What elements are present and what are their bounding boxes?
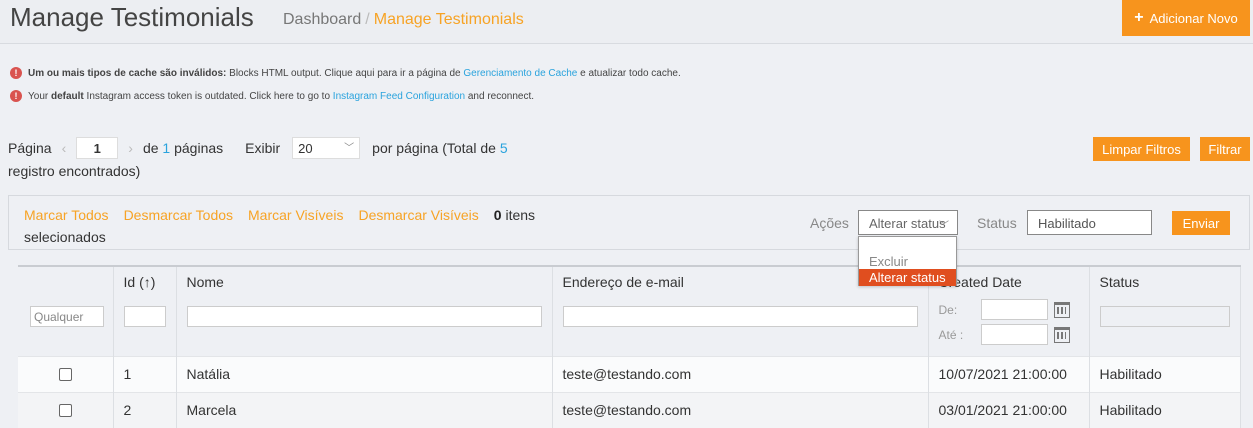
actions-select[interactable]: Alterar status ﹀ [858, 210, 958, 235]
cell-id: 1 [113, 355, 177, 392]
cache-warning-bold: Um ou mais tipos de cache são inválidos: [28, 67, 227, 79]
id-filter-input[interactable] [123, 306, 166, 327]
filter-button[interactable]: Filtrar [1200, 137, 1250, 161]
add-new-label: Adicionar Novo [1149, 10, 1238, 26]
status-label: Status [977, 215, 1017, 231]
add-new-button[interactable]: + Adicionar Novo [1122, 0, 1250, 36]
status-filter-select[interactable] [1099, 306, 1230, 327]
page-number-input[interactable]: 1 [76, 137, 119, 159]
status-select[interactable]: Habilitado [1027, 210, 1152, 235]
select-filter[interactable]: Qualquer [30, 306, 104, 327]
testimonials-grid: Id (↑) Nome Endereço de e-mail Created D… [18, 265, 1241, 428]
name-filter-input[interactable] [186, 306, 542, 327]
select-visible-link[interactable]: Marcar Visíveis [248, 207, 343, 223]
col-status[interactable]: Status [1089, 265, 1241, 297]
mass-action-bar: Marcar Todos Desmarcar Todos Marcar Visíve… [8, 195, 1250, 250]
breadcrumb-separator: / [365, 11, 370, 28]
per-page-label: por página (Total de [372, 139, 496, 156]
dropdown-option-delete[interactable]: Excluir [859, 254, 956, 270]
cell-date: 03/01/2021 21:00:00 [928, 391, 1090, 428]
date-to-input[interactable] [980, 324, 1048, 345]
per-page-select[interactable]: 20 ﹀ [292, 137, 361, 159]
actions-dropdown: Excluir Alterar status [858, 236, 957, 286]
records-label: registro encontrados) [8, 163, 141, 179]
clear-filters-button[interactable]: Limpar Filtros [1093, 137, 1190, 161]
breadcrumb-dashboard[interactable]: Dashboard [283, 11, 361, 28]
pager: Página ‹ 1 › de 1 páginas Exibir 20 ﹀ por… [8, 137, 598, 182]
selected-count: 0 [493, 207, 502, 223]
submit-button[interactable]: Enviar [1172, 211, 1230, 235]
cache-management-link[interactable]: Gerenciamento de Cache [463, 68, 577, 79]
cell-status: Habilitado [1089, 391, 1241, 428]
page-header: Manage Testimonials Dashboard / Manage Tes… [0, 0, 1253, 44]
cell-status: Habilitado [1089, 355, 1241, 392]
filter-row: Qualquer De: Até : [18, 297, 1241, 356]
row-checkbox[interactable] [58, 367, 72, 381]
plus-icon: + [1134, 9, 1144, 26]
unselect-visible-link[interactable]: Desmarcar Visíveis [358, 207, 478, 223]
cell-email: teste@testando.com [552, 391, 929, 428]
col-id[interactable]: Id (↑) [113, 265, 177, 297]
calendar-icon[interactable] [1053, 301, 1070, 318]
instagram-warning-message: ! Your default Instagram access token is… [10, 90, 534, 102]
unselect-all-link[interactable]: Desmarcar Todos [124, 207, 233, 223]
total-records: 5 [499, 139, 508, 156]
breadcrumb: Dashboard / Manage Testimonials [283, 11, 524, 29]
col-select [18, 265, 114, 297]
of-label: de [142, 139, 159, 156]
cell-name: Marcela [176, 391, 553, 428]
date-from-input[interactable] [980, 299, 1048, 320]
actions-label: Ações [810, 215, 849, 231]
total-pages: 1 [162, 139, 171, 156]
prev-page-icon[interactable]: ‹ [62, 138, 67, 159]
dropdown-option-change-status[interactable]: Alterar status [859, 269, 956, 286]
row-checkbox[interactable] [58, 403, 72, 417]
select-all-link[interactable]: Marcar Todos [24, 207, 109, 223]
next-page-icon[interactable]: › [128, 138, 133, 159]
date-to-label: Até : [938, 327, 964, 342]
cell-id: 2 [113, 391, 177, 428]
breadcrumb-current: Manage Testimonials [373, 11, 524, 28]
email-filter-input[interactable] [562, 306, 918, 327]
cell-name: Natália [176, 355, 553, 392]
col-name[interactable]: Nome [176, 265, 553, 297]
table-row[interactable]: 1 Natália teste@testando.com 10/07/2021 … [18, 355, 1241, 392]
chevron-down-icon: ﹀ [344, 142, 355, 154]
page-title: Manage Testimonials [10, 2, 254, 32]
error-icon: ! [10, 67, 22, 79]
cell-email: teste@testando.com [552, 355, 929, 392]
table-row[interactable]: 2 Marcela teste@testando.com 03/01/2021 … [18, 391, 1241, 428]
chevron-down-icon: ﹀ [939, 221, 949, 232]
page-label: Página [8, 139, 52, 156]
cache-warning-message: ! Um ou mais tipos de cache são inválido… [10, 67, 681, 79]
show-label: Exibir [245, 139, 281, 156]
error-icon: ! [10, 90, 22, 102]
cell-date: 10/07/2021 21:00:00 [928, 355, 1090, 392]
calendar-icon[interactable] [1053, 326, 1070, 343]
instagram-config-link[interactable]: Instagram Feed Configuration [333, 91, 465, 102]
pages-label: páginas [174, 139, 224, 156]
date-from-label: De: [938, 302, 958, 317]
